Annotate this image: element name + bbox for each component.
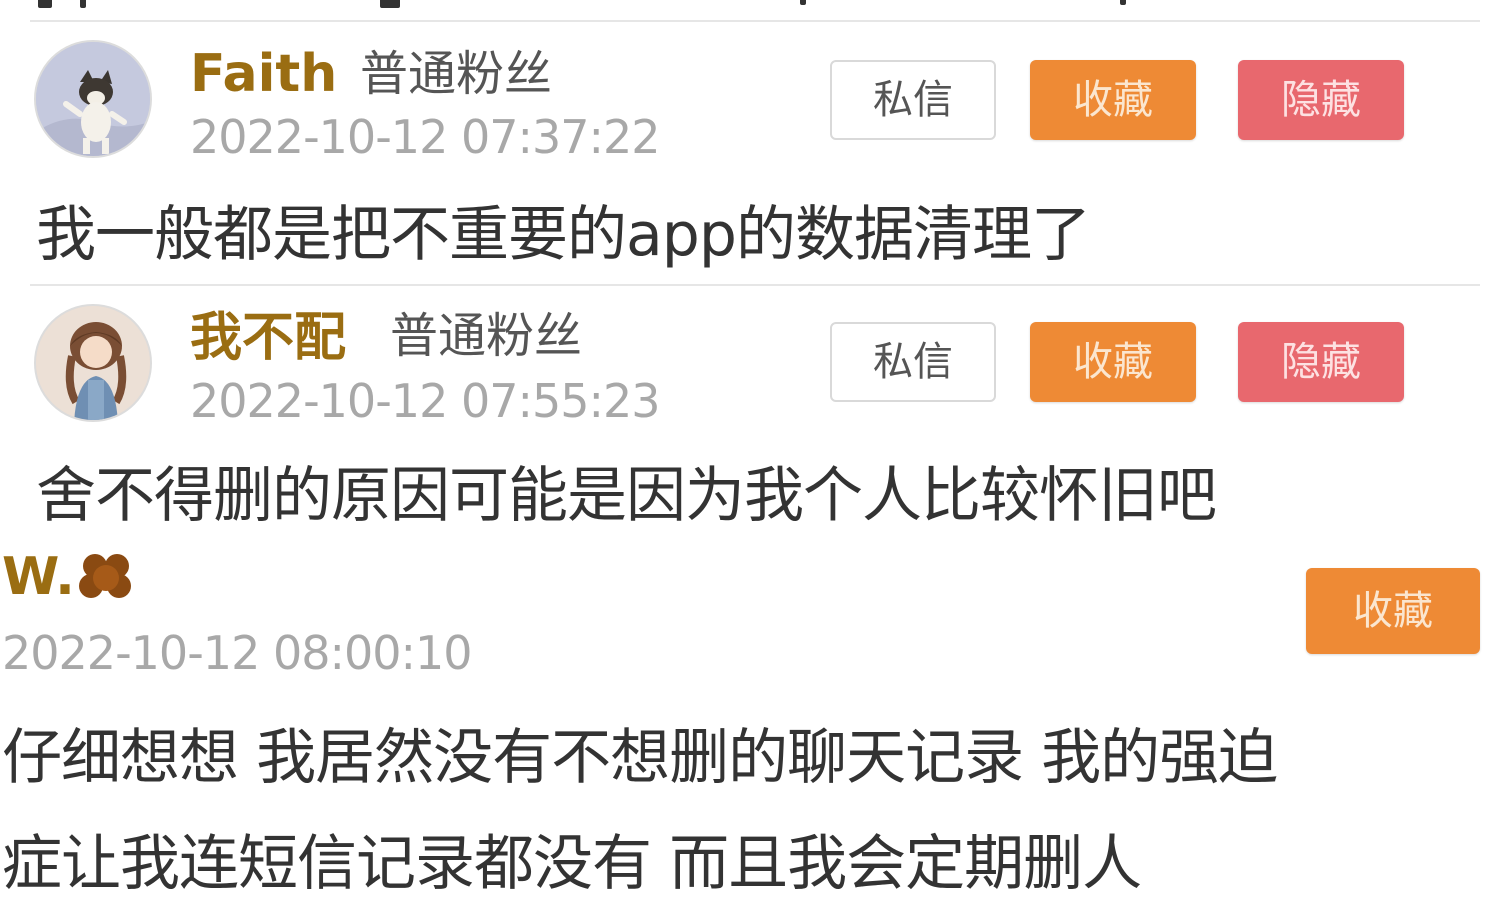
- private-message-button[interactable]: 私信: [830, 60, 996, 140]
- comment-divider: [30, 284, 1480, 286]
- favorite-button[interactable]: 收藏: [1030, 322, 1196, 402]
- text-fragment: [1120, 0, 1126, 5]
- username[interactable]: Faith: [190, 48, 337, 100]
- text-fragment: [80, 0, 86, 8]
- comment-text-line: 症让我连短信记录都没有 而且我会定期删人: [2, 829, 1142, 899]
- text-fragment: [38, 0, 52, 8]
- user-avatar[interactable]: [34, 304, 152, 422]
- favorite-button[interactable]: 收藏: [1030, 60, 1196, 140]
- paw-emoji-icon: [78, 554, 131, 598]
- text-fragment: [800, 0, 806, 5]
- favorite-button[interactable]: 收藏: [1306, 568, 1480, 654]
- comment-timestamp: 2022-10-12 07:55:23: [190, 374, 661, 428]
- avatar-cat-illustration-icon: [36, 42, 150, 156]
- hide-button[interactable]: 隐藏: [1238, 60, 1404, 140]
- text-fragment: [380, 0, 400, 8]
- user-avatar[interactable]: [34, 40, 152, 158]
- fan-level-badge: 普通粉丝: [360, 46, 553, 102]
- previous-comment-fragment: [0, 0, 1500, 20]
- comment-text-line: 仔细想想 我居然没有不想删的聊天记录 我的强迫: [2, 723, 1278, 793]
- comment-divider: [30, 20, 1480, 22]
- username[interactable]: W.: [2, 551, 75, 603]
- comment-timestamp: 2022-10-12 08:00:10: [2, 626, 473, 680]
- username[interactable]: 我不配: [190, 312, 346, 364]
- fan-level-badge: 普通粉丝: [390, 308, 583, 364]
- comment-text: 舍不得删的原因可能是因为我个人比较怀旧吧: [36, 461, 1217, 531]
- username-row[interactable]: W.: [2, 550, 135, 604]
- comment-timestamp: 2022-10-12 07:37:22: [190, 110, 661, 164]
- comment-text: 我一般都是把不重要的app的数据清理了: [36, 200, 1091, 270]
- private-message-button[interactable]: 私信: [830, 322, 996, 402]
- hide-button[interactable]: 隐藏: [1238, 322, 1404, 402]
- comment-list: Faith 普通粉丝 2022-10-12 07:37:22 私信 收藏 隐藏 …: [0, 0, 1500, 914]
- avatar-girl-illustration-icon: [36, 306, 150, 420]
